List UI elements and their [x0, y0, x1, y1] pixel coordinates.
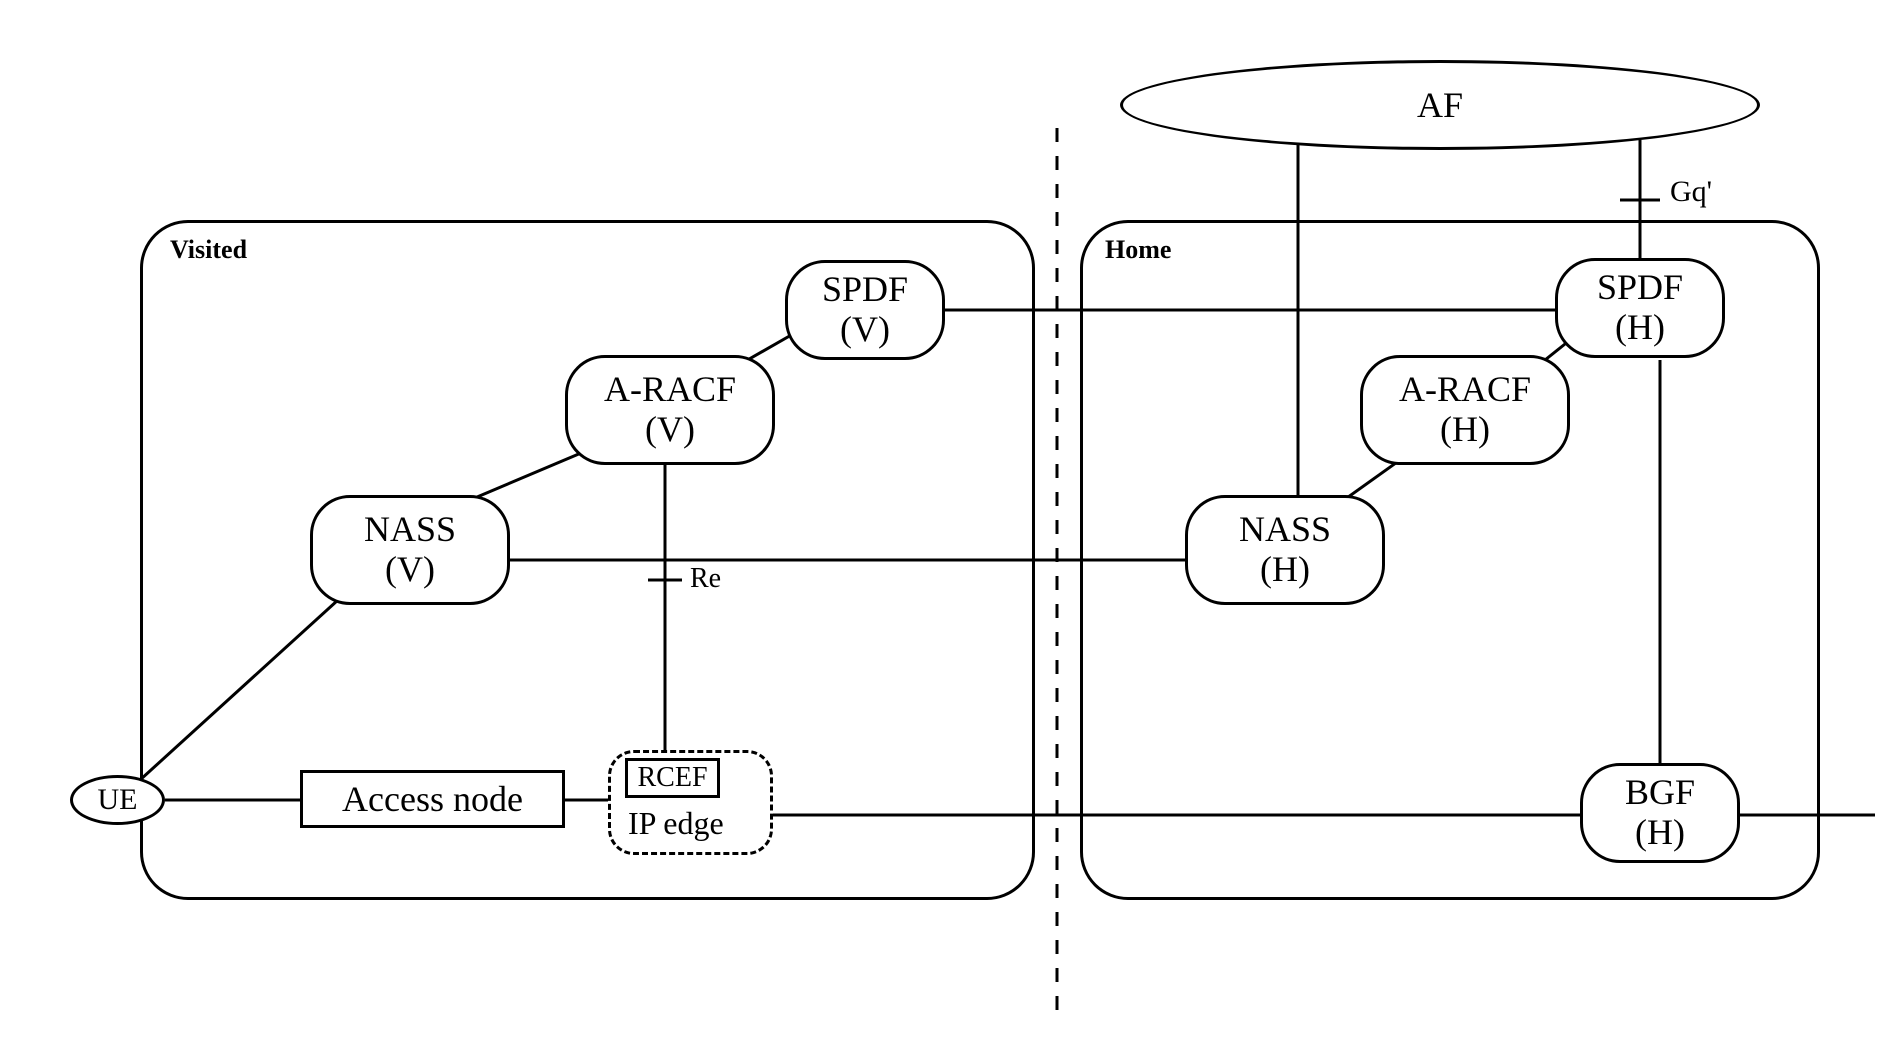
bgf-h-node: BGF (H)	[1580, 763, 1740, 863]
aracf-h-l1: A-RACF	[1399, 370, 1531, 410]
nass-v-l2: (V)	[385, 550, 435, 590]
nass-h-l2: (H)	[1260, 550, 1310, 590]
re-label: Re	[690, 563, 721, 595]
gq-prime-label: Gq'	[1670, 175, 1712, 209]
rcef-label: RCEF	[637, 762, 707, 794]
nass-v-l1: NASS	[364, 510, 456, 550]
af-label: AF	[1417, 84, 1463, 126]
access-node-box: Access node	[300, 770, 565, 828]
ip-edge-label: IP edge	[628, 805, 724, 842]
spdf-v-l2: (V)	[840, 310, 890, 350]
spdf-h-l2: (H)	[1615, 308, 1665, 348]
access-node-label: Access node	[342, 778, 523, 820]
bgf-h-l2: (H)	[1635, 813, 1685, 853]
diagram-stage: AF Gq' Visited Home SPDF (V) A-RACF (V) …	[0, 0, 1891, 1038]
aracf-v-node: A-RACF (V)	[565, 355, 775, 465]
aracf-h-node: A-RACF (H)	[1360, 355, 1570, 465]
bgf-h-l1: BGF	[1625, 773, 1695, 813]
nass-h-l1: NASS	[1239, 510, 1331, 550]
ue-label: UE	[98, 783, 138, 817]
aracf-v-l2: (V)	[645, 410, 695, 450]
visited-title: Visited	[170, 235, 247, 265]
nass-v-node: NASS (V)	[310, 495, 510, 605]
home-title: Home	[1105, 235, 1171, 265]
rcef-box: RCEF	[625, 758, 720, 798]
spdf-h-node: SPDF (H)	[1555, 258, 1725, 358]
spdf-v-node: SPDF (V)	[785, 260, 945, 360]
aracf-h-l2: (H)	[1440, 410, 1490, 450]
ue-node: UE	[70, 775, 165, 825]
aracf-v-l1: A-RACF	[604, 370, 736, 410]
spdf-h-l1: SPDF	[1597, 268, 1683, 308]
nass-h-node: NASS (H)	[1185, 495, 1385, 605]
af-node: AF	[1120, 60, 1760, 150]
spdf-v-l1: SPDF	[822, 270, 908, 310]
